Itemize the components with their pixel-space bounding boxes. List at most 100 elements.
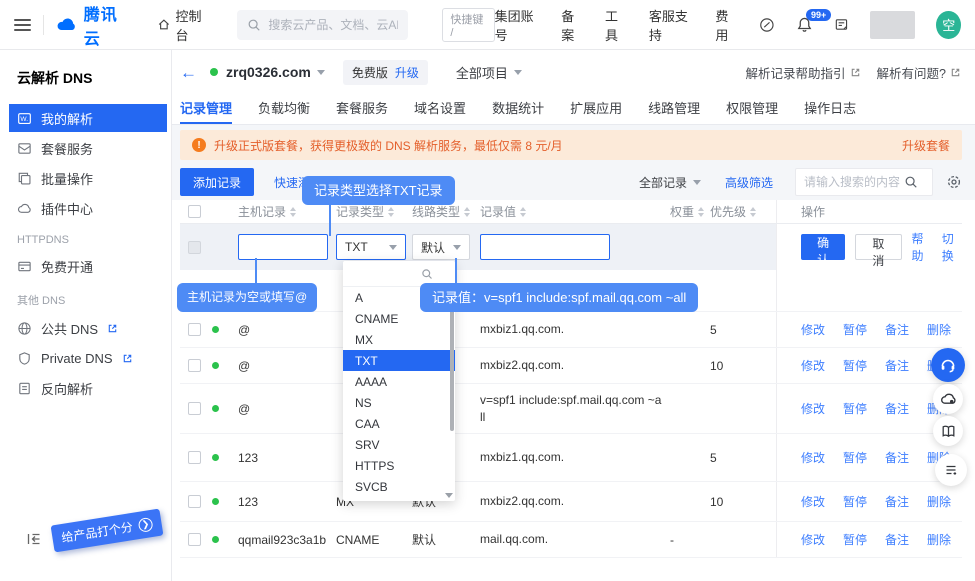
cancel-button[interactable]: 取消 <box>855 234 901 260</box>
global-search[interactable] <box>237 10 408 40</box>
dropdown-scrollbar[interactable] <box>450 291 454 431</box>
sidebar-item-batch-ops[interactable]: 批量操作 <box>0 164 167 192</box>
pause-link[interactable]: 暂停 <box>843 357 867 374</box>
survey-list-button[interactable] <box>935 454 967 486</box>
modify-link[interactable]: 修改 <box>801 449 825 466</box>
line-type-select[interactable]: 默认 <box>412 234 470 260</box>
support-chat-button[interactable] <box>931 348 965 382</box>
type-option-txt[interactable]: TXT <box>343 350 455 371</box>
col-value[interactable]: 记录值 <box>480 203 670 220</box>
assistant-icon[interactable] <box>759 16 775 34</box>
pause-link[interactable]: 暂停 <box>843 321 867 338</box>
hamburger-icon[interactable] <box>14 19 31 31</box>
type-option-ns[interactable]: NS <box>343 392 455 413</box>
row-checkbox[interactable] <box>188 359 201 372</box>
advanced-filter-button[interactable]: 高级筛选 <box>725 174 773 191</box>
type-option-svcb[interactable]: SVCB <box>343 476 455 497</box>
masked-username[interactable] <box>870 11 916 39</box>
remark-link[interactable]: 备注 <box>885 321 909 338</box>
modify-link[interactable]: 修改 <box>801 531 825 548</box>
docs-button[interactable] <box>933 416 963 446</box>
orders-icon[interactable] <box>834 16 849 33</box>
help-problem-link[interactable]: 解析有问题? <box>877 63 961 82</box>
tab-extensions[interactable]: 扩展应用 <box>570 94 622 124</box>
nav-icp[interactable]: 备案 <box>561 6 584 44</box>
confirm-button[interactable]: 确认 <box>801 234 845 260</box>
tab-statistics[interactable]: 数据统计 <box>492 94 544 124</box>
row-checkbox[interactable] <box>188 533 201 546</box>
record-value-input[interactable] <box>480 234 610 260</box>
sort-icon[interactable] <box>520 207 526 217</box>
select-all-checkbox[interactable] <box>188 205 201 218</box>
sort-icon[interactable] <box>750 207 756 217</box>
sidebar-item-public-dns[interactable]: 公共 DNS <box>0 314 167 342</box>
help-link[interactable]: 帮助 <box>912 230 932 264</box>
col-weight[interactable]: 权重 <box>670 203 710 220</box>
chevron-down-icon[interactable] <box>317 70 325 75</box>
pause-link[interactable]: 暂停 <box>843 400 867 417</box>
banner-upgrade-link[interactable]: 升级套餐 <box>902 137 950 154</box>
row-checkbox[interactable] <box>188 495 201 508</box>
remark-link[interactable]: 备注 <box>885 493 909 510</box>
sort-icon[interactable] <box>464 207 470 217</box>
remark-link[interactable]: 备注 <box>885 449 909 466</box>
tab-logs[interactable]: 操作日志 <box>804 94 856 124</box>
sidebar-item-package-service[interactable]: 套餐服务 <box>0 134 167 162</box>
row-checkbox[interactable] <box>188 402 201 415</box>
col-priority[interactable]: 优先级 <box>710 203 776 220</box>
delete-link[interactable]: 删除 <box>927 321 951 338</box>
delete-link[interactable]: 删除 <box>927 493 951 510</box>
search-icon[interactable] <box>904 175 918 189</box>
pause-link[interactable]: 暂停 <box>843 449 867 466</box>
upgrade-link[interactable]: 升级 <box>395 64 419 81</box>
add-record-button[interactable]: 添加记录 <box>180 168 254 196</box>
col-type[interactable]: 记录类型 <box>336 203 412 220</box>
nav-tools[interactable]: 工具 <box>605 6 628 44</box>
modify-link[interactable]: 修改 <box>801 357 825 374</box>
modify-link[interactable]: 修改 <box>801 321 825 338</box>
sidebar-item-free-activate[interactable]: 免费开通 <box>0 252 167 280</box>
dropdown-scroll-arrow[interactable] <box>445 493 453 498</box>
sidebar-item-reverse-dns[interactable]: 反向解析 <box>0 374 167 402</box>
sort-icon[interactable] <box>388 207 394 217</box>
remark-link[interactable]: 备注 <box>885 531 909 548</box>
record-search-input[interactable] <box>804 175 904 189</box>
type-option-mx[interactable]: MX <box>343 329 455 350</box>
type-option-caa[interactable]: CAA <box>343 413 455 434</box>
collapse-sidebar-icon[interactable] <box>26 531 42 547</box>
type-option-srv[interactable]: SRV <box>343 434 455 455</box>
record-type-select[interactable]: TXT <box>336 234 406 260</box>
tab-load-balance[interactable]: 负载均衡 <box>258 94 310 124</box>
sort-icon[interactable] <box>698 207 704 217</box>
nav-support[interactable]: 客服支持 <box>649 6 695 44</box>
tab-domain-settings[interactable]: 域名设置 <box>414 94 466 124</box>
sidebar-item-my-dns[interactable]: W. 我的解析 <box>9 104 167 132</box>
col-line[interactable]: 线路类型 <box>412 203 480 220</box>
pause-link[interactable]: 暂停 <box>843 531 867 548</box>
global-search-input[interactable] <box>268 18 398 32</box>
nav-group-account[interactable]: 集团账号 <box>495 6 541 44</box>
remark-link[interactable]: 备注 <box>885 357 909 374</box>
back-arrow[interactable]: ← <box>180 64 197 81</box>
sidebar-item-plugin-center[interactable]: 插件中心 <box>0 194 167 222</box>
tab-records[interactable]: 记录管理 <box>180 94 232 124</box>
tab-package[interactable]: 套餐服务 <box>336 94 388 124</box>
row-checkbox[interactable] <box>188 451 201 464</box>
domain-name[interactable]: zrq0326.com <box>226 64 311 80</box>
delete-link[interactable]: 删除 <box>927 531 951 548</box>
col-host[interactable]: 主机记录 <box>238 203 336 220</box>
sort-icon[interactable] <box>290 207 296 217</box>
switch-link[interactable]: 切换 <box>942 230 962 264</box>
sidebar-item-private-dns[interactable]: Private DNS <box>0 344 167 372</box>
gear-icon[interactable] <box>946 174 962 190</box>
tab-lines[interactable]: 线路管理 <box>648 94 700 124</box>
row-checkbox[interactable] <box>188 323 201 336</box>
modify-link[interactable]: 修改 <box>801 493 825 510</box>
help-guide-link[interactable]: 解析记录帮助指引 <box>746 63 861 82</box>
console-link[interactable]: 控制台 <box>157 6 212 44</box>
type-option-aaaa[interactable]: AAAA <box>343 371 455 392</box>
tencent-cloud-logo[interactable]: 腾讯云 <box>56 1 131 49</box>
tab-permissions[interactable]: 权限管理 <box>726 94 778 124</box>
project-filter[interactable]: 全部项目 <box>456 63 522 82</box>
notifications[interactable]: 99+ <box>796 16 813 33</box>
